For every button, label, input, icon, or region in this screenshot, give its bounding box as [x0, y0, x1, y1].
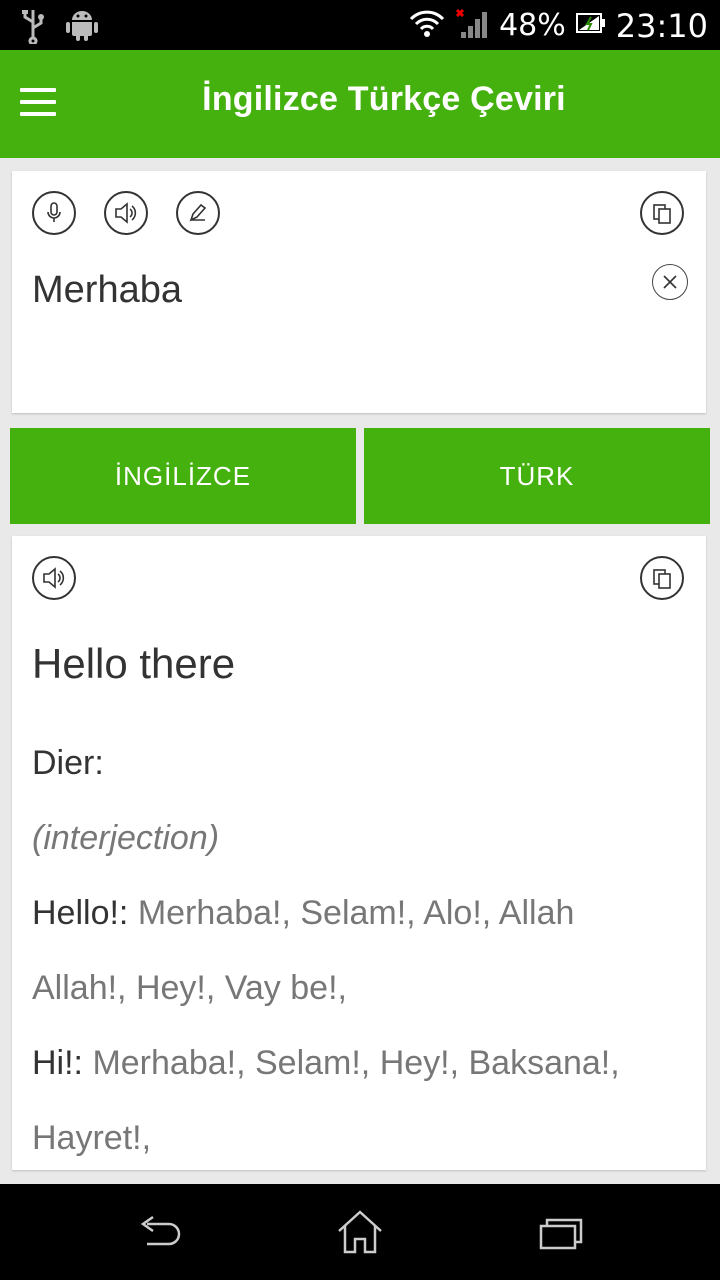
back-icon[interactable]	[130, 1206, 190, 1258]
copy-icon[interactable]	[640, 556, 684, 600]
clock: 23:10	[615, 6, 708, 45]
battery-icon	[575, 11, 606, 40]
app-title: İngilizce Türkçe Çeviri	[202, 80, 566, 118]
list-item: Hi!: Merhaba!, Selam!, Hey!, Baksana!,	[32, 1026, 692, 1101]
source-text[interactable]: Merhaba	[32, 269, 182, 312]
copy-icon[interactable]	[640, 191, 684, 235]
usb-icon	[20, 8, 46, 49]
section-label: Dier:	[32, 744, 104, 782]
app-bar: İngilizce Türkçe Çeviri	[0, 50, 720, 158]
android-icon	[66, 8, 98, 49]
entry-term: Hi!:	[32, 1044, 83, 1082]
entry-meanings: Merhaba!, Selam!, Alo!, Allah	[137, 894, 575, 932]
clear-icon[interactable]	[652, 264, 688, 300]
pencil-icon[interactable]	[176, 191, 220, 235]
microphone-icon[interactable]	[32, 191, 76, 235]
entry-continuation: Allah!, Hey!, Vay be!,	[32, 969, 347, 1007]
status-bar: 48% 23:10	[0, 0, 720, 50]
target-language-button[interactable]: TÜRK	[364, 428, 710, 524]
translation-text: Hello there	[32, 640, 236, 687]
input-card: Merhaba	[12, 171, 706, 413]
entry-term: Hello!:	[32, 894, 129, 932]
recent-apps-icon[interactable]	[530, 1206, 590, 1258]
signal-icon	[455, 6, 489, 45]
battery-percentage: 48%	[499, 8, 566, 43]
entry-continuation: Hayret!,	[32, 1119, 152, 1157]
entry-meanings: Merhaba!, Selam!, Hey!, Baksana!,	[92, 1044, 620, 1082]
home-icon[interactable]	[330, 1206, 390, 1258]
speaker-icon[interactable]	[32, 556, 76, 600]
source-language-button[interactable]: İNGİLİZCE	[10, 428, 356, 524]
speaker-icon[interactable]	[104, 191, 148, 235]
dictionary-entries: Dier: (interjection) Hello!: Merhaba!, S…	[32, 726, 692, 1170]
list-item: Hello!: Merhaba!, Selam!, Alo!, Allah	[32, 876, 692, 951]
part-of-speech: (interjection)	[32, 819, 220, 857]
wifi-icon	[409, 7, 445, 44]
output-card: Hello there Dier: (interjection) Hello!:…	[12, 536, 706, 1170]
navigation-bar	[0, 1184, 720, 1280]
